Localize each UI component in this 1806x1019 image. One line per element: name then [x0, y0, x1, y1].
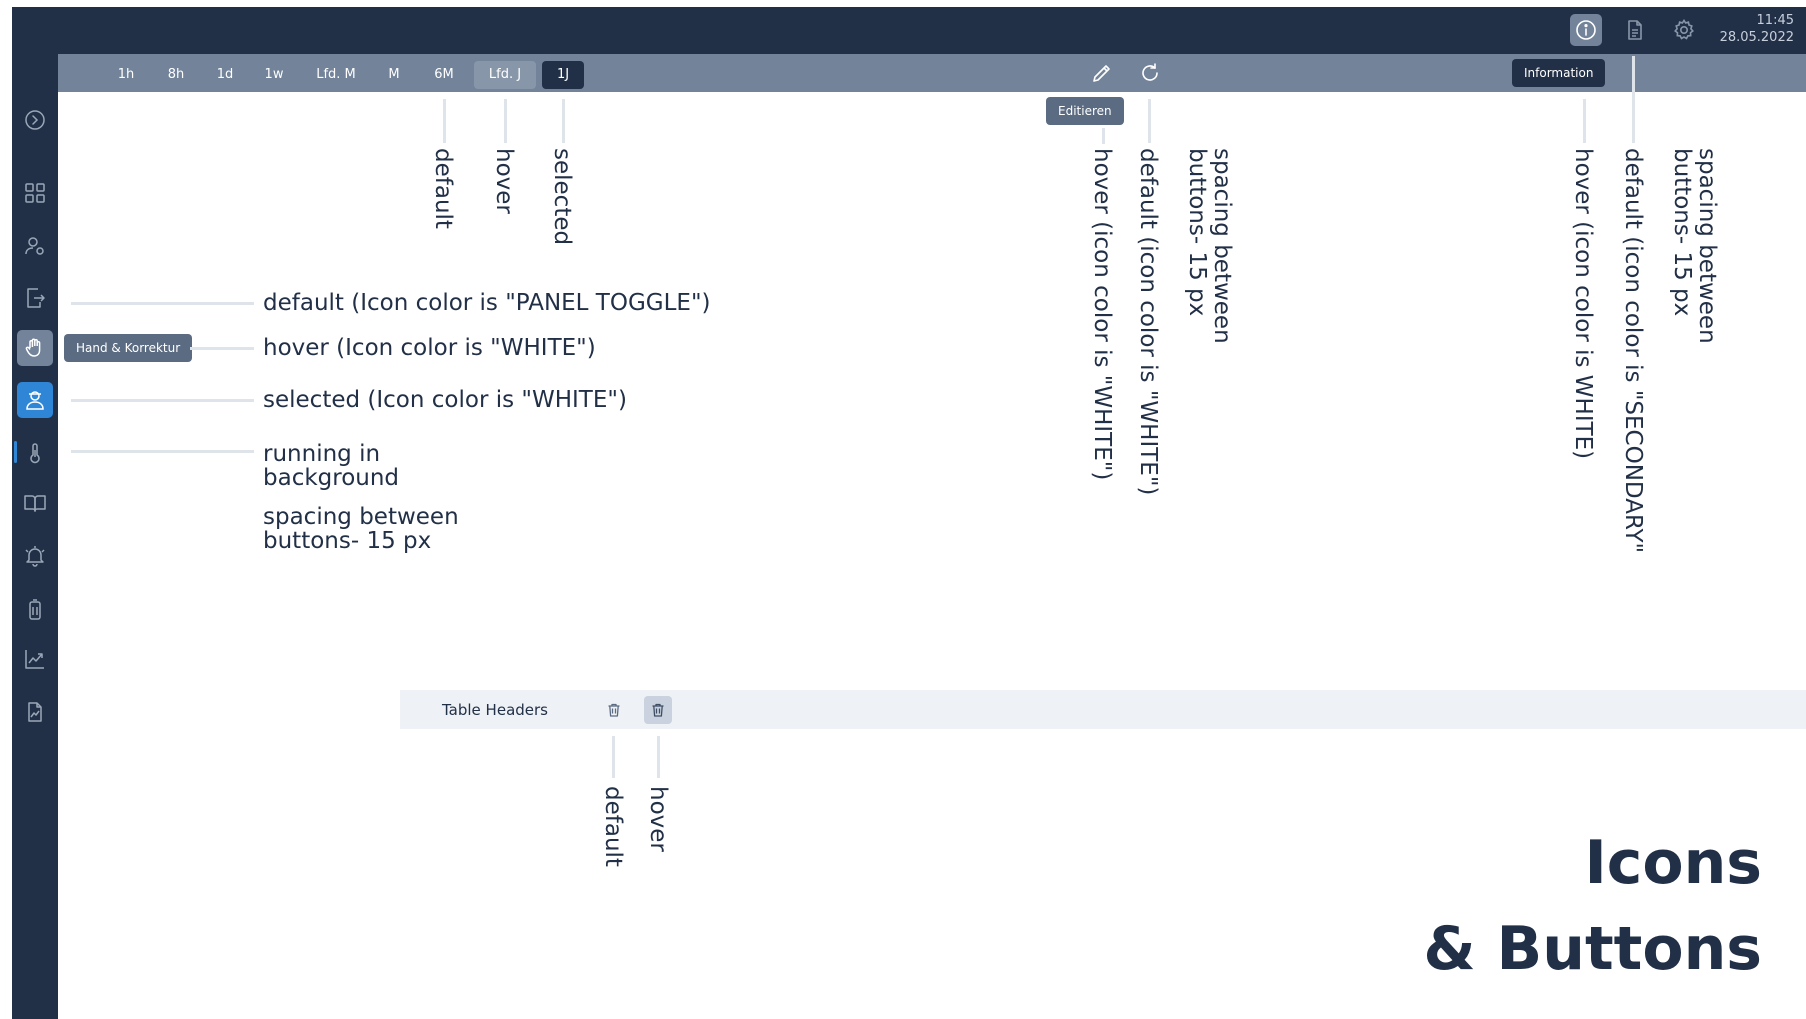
annotation-doc-default: default (icon color is "SECONDARY" — [1620, 148, 1646, 554]
annotation-side-default: default (Icon color is "PANEL TOGGLE") — [263, 290, 711, 316]
annotation-edit-hover: hover (icon color is "WHITE") — [1089, 148, 1115, 481]
sidebar-item-dashboard[interactable] — [17, 175, 53, 211]
guide-line — [71, 302, 254, 305]
refresh-icon — [1142, 63, 1158, 81]
trash-icon — [608, 703, 620, 717]
chart-icon — [25, 650, 44, 669]
guide-line — [504, 99, 507, 143]
guide-line — [562, 99, 565, 143]
expand-icon — [25, 110, 45, 130]
user-settings-icon — [25, 237, 44, 255]
sidebar-item-operator[interactable] — [17, 382, 53, 418]
export-icon — [27, 288, 45, 308]
sidebar-item-export[interactable] — [17, 280, 53, 316]
delete-button-default[interactable] — [600, 696, 628, 724]
trash-icon — [652, 703, 664, 717]
gear-icon — [1674, 19, 1694, 40]
delete-button-hover[interactable] — [644, 696, 672, 724]
book-icon — [24, 495, 46, 512]
sidebar-item-alarm[interactable] — [17, 538, 53, 574]
top-bar — [12, 7, 1806, 54]
edit-button[interactable] — [1086, 57, 1118, 89]
info-icon — [1576, 20, 1596, 40]
page-title-line2: & Buttons — [1423, 914, 1762, 984]
annotation-side-hover: hover (Icon color is "WHITE") — [263, 335, 596, 361]
dashboard-icon — [25, 183, 45, 203]
page-title-line1: Icons — [1584, 828, 1762, 898]
settings-button[interactable] — [1668, 14, 1700, 46]
sidebar-item-user-settings[interactable] — [17, 228, 53, 264]
range-button-m[interactable]: M — [378, 61, 410, 89]
range-button-lfd-m[interactable]: Lfd. M — [306, 61, 366, 89]
annotation-side-running: running in background — [263, 441, 400, 491]
sidebar-item-battery[interactable] — [17, 591, 53, 627]
report-icon — [28, 702, 42, 722]
range-button-6m[interactable]: 6M — [424, 61, 464, 89]
range-button-8h[interactable]: 8h — [158, 61, 194, 89]
sidebar-item-report[interactable] — [17, 694, 53, 730]
annotation-spacing-right: spacing between buttons- 15 px — [1669, 148, 1720, 344]
clock-time: 11:45 — [1756, 13, 1794, 28]
clock: 11:45 28.05.2022 — [1720, 12, 1794, 46]
guide-line — [443, 99, 446, 143]
sidebar-item-book[interactable] — [17, 485, 53, 521]
alarm-icon — [25, 546, 45, 567]
battery-icon — [29, 599, 41, 620]
range-button-lfd-j[interactable]: Lfd. J — [474, 61, 536, 89]
hand-correction-icon — [25, 338, 41, 357]
annotation-info-hover: hover (icon color is WHITE) — [1570, 148, 1596, 460]
annotation-refresh-default: default (icon color is "WHITE") — [1135, 148, 1161, 496]
clock-date: 28.05.2022 — [1719, 30, 1794, 45]
thermometer-icon — [30, 443, 40, 464]
table-header-label: Table Headers — [442, 701, 548, 719]
guide-line — [190, 347, 254, 350]
guide-line — [1148, 99, 1151, 143]
sidebar-item-hand-correction[interactable] — [17, 330, 53, 366]
sidebar-item-chart[interactable] — [17, 641, 53, 677]
pencil-icon — [1093, 65, 1110, 82]
refresh-button[interactable] — [1134, 57, 1166, 89]
guide-line — [1583, 99, 1586, 143]
hand-tooltip: Hand & Korrektur — [64, 334, 193, 362]
guide-line — [657, 736, 660, 778]
info-button[interactable] — [1570, 14, 1602, 46]
information-tooltip: Information — [1512, 59, 1606, 87]
guide-line — [1632, 56, 1635, 143]
range-button-1h[interactable]: 1h — [110, 61, 142, 89]
annotation-side-spacing: spacing between buttons- 15 px — [263, 504, 459, 554]
guide-line — [1102, 128, 1105, 144]
page-title: Icons & Buttons — [1423, 820, 1762, 992]
range-button-1d[interactable]: 1d — [208, 61, 242, 89]
annotation-table-default: default — [600, 786, 626, 867]
annotation-spacing-mid: spacing between buttons- 15 px — [1184, 148, 1235, 344]
document-icon — [1628, 20, 1642, 40]
guide-line — [612, 736, 615, 778]
sidebar-item-temperature[interactable] — [17, 435, 53, 471]
annotation-side-selected: selected (Icon color is "WHITE") — [263, 387, 627, 413]
guide-line — [71, 399, 254, 402]
document-button[interactable] — [1619, 14, 1651, 46]
edit-tooltip: Editieren — [1046, 97, 1124, 125]
annotation-time-hover: hover — [491, 148, 517, 214]
annotation-table-hover: hover — [645, 786, 671, 852]
range-button-1j[interactable]: 1J — [542, 61, 584, 89]
annotation-time-selected: selected — [549, 148, 575, 246]
guide-line — [71, 450, 254, 453]
sidebar-expand[interactable] — [17, 102, 53, 138]
operator-icon — [26, 391, 44, 410]
range-button-1w[interactable]: 1w — [256, 61, 292, 89]
annotation-time-default: default — [430, 148, 456, 229]
